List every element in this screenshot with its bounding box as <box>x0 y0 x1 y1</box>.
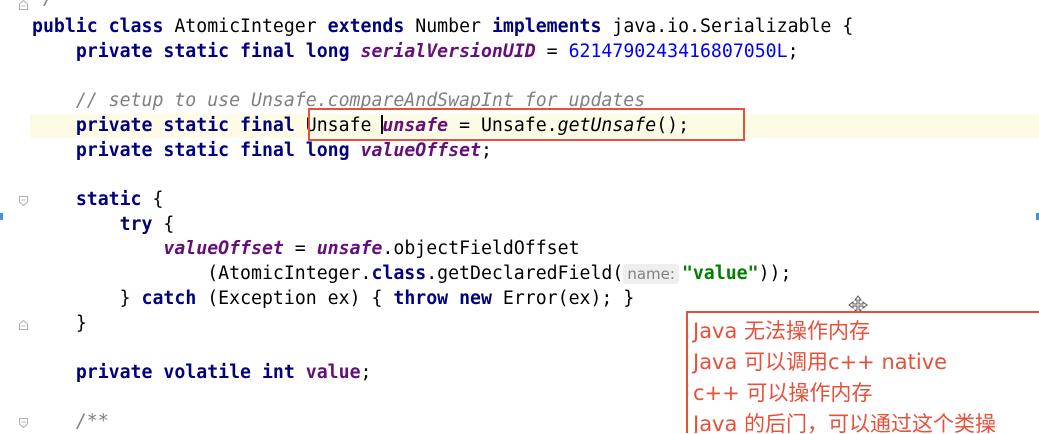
code-text: Error(ex); } <box>491 288 635 309</box>
punctuation: )); <box>758 263 792 284</box>
code-line[interactable]: private volatile int value; <box>32 361 372 385</box>
code-line[interactable]: } catch (Exception ex) { throw new Error… <box>32 287 635 311</box>
method-call: .getDeclaredField( <box>426 263 624 284</box>
code-text: (Exception ex) { <box>196 288 394 309</box>
annotation-note: Java 无法操作内存 Java 可以调用c++ native c++ 可以操作… <box>686 311 1039 433</box>
field-name: serialVersionUID <box>360 41 536 62</box>
superclass-name: Number <box>415 16 481 37</box>
code-line[interactable]: } <box>32 312 87 336</box>
code-line[interactable]: (AtomicInteger.class.getDeclaredField(na… <box>32 262 791 286</box>
field-name: valueOffset <box>360 140 481 161</box>
note-line: Java 的后门，可以通过这个类操 <box>693 412 997 433</box>
code-line[interactable]: /** <box>32 410 109 434</box>
operator: = <box>535 41 569 62</box>
code-line[interactable]: private static final long serialVersionU… <box>32 40 799 64</box>
keyword: private static final long <box>75 41 350 62</box>
interface-name: java.io.Serializable { <box>612 16 854 37</box>
number-literal: 6214790243416807050L <box>568 41 788 62</box>
punctuation: { <box>141 189 164 210</box>
code-line[interactable]: private static final long valueOffset; <box>32 139 492 163</box>
keyword: new <box>459 288 492 309</box>
note-line: Java 无法操作内存 <box>693 319 871 343</box>
keyword: catch <box>141 288 197 309</box>
code-line[interactable]: public class AtomicInteger extends Numbe… <box>32 15 853 39</box>
punctuation: } <box>119 288 142 309</box>
comment: */ <box>32 0 54 9</box>
fold-end-icon[interactable] <box>19 320 28 330</box>
note-line: c++ 可以操作内存 <box>693 381 873 405</box>
keyword: try <box>119 214 153 235</box>
code-line[interactable]: static { <box>32 188 164 212</box>
keyword: class <box>371 263 427 284</box>
parameter-hint: name: <box>623 264 679 284</box>
fold-start-icon[interactable] <box>19 196 28 206</box>
punctuation: ; <box>360 362 372 383</box>
keyword: private static final <box>75 115 295 136</box>
string-literal: "value" <box>681 263 759 284</box>
code-editor[interactable]: */ public class AtomicInteger extends Nu… <box>0 0 1039 433</box>
highlight-box <box>308 108 745 141</box>
punctuation: ; <box>480 140 492 161</box>
keyword: extends <box>327 16 405 37</box>
keyword: implements <box>491 16 602 37</box>
comment: /** <box>75 411 109 432</box>
operator: = <box>283 238 317 259</box>
field-reference: unsafe <box>316 238 383 259</box>
scroll-marker <box>0 213 3 220</box>
keyword: private volatile int <box>75 362 295 383</box>
punctuation: { <box>152 214 175 235</box>
class-name: AtomicInteger <box>174 16 317 37</box>
field-name: valueOffset <box>163 238 284 259</box>
code-line[interactable]: valueOffset = unsafe.objectFieldOffset <box>32 237 580 261</box>
editor-gutter[interactable] <box>0 0 30 433</box>
code-text: (AtomicInteger. <box>207 263 372 284</box>
fold-end-icon[interactable] <box>19 0 28 10</box>
keyword: throw <box>393 288 449 309</box>
fold-start-icon[interactable] <box>19 418 28 428</box>
keyword: private static final long <box>75 140 350 161</box>
keyword: static <box>75 189 142 210</box>
method-call: .objectFieldOffset <box>382 238 580 259</box>
punctuation: ; <box>787 41 799 62</box>
keyword: public class <box>32 16 164 37</box>
code-line[interactable]: */ <box>32 0 54 11</box>
punctuation: } <box>75 313 87 334</box>
code-line[interactable]: try { <box>32 213 175 237</box>
field-name: value <box>305 362 361 383</box>
note-line: Java 可以调用c++ native <box>693 350 948 374</box>
